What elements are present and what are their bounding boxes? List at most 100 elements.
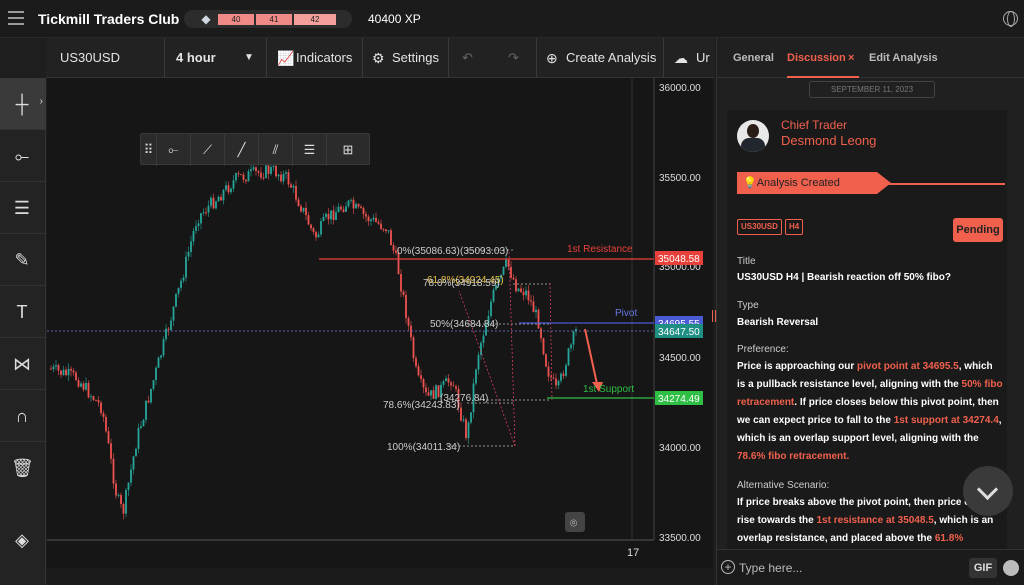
candle-body [357,204,360,207]
gif-button[interactable]: GIF [969,558,997,578]
candle-body [557,380,560,386]
candle-body [365,214,367,217]
xp-progress-bar: ◆ 40 41 42 [184,10,352,28]
candle-body [320,221,322,235]
indicators-button[interactable]: Indicators [296,38,352,78]
xp-count: 40400 XP [368,12,421,26]
candle-body [375,217,377,222]
candle-body [512,277,515,280]
candle-body [232,180,235,189]
message-input[interactable] [739,558,959,578]
scroll-down-button[interactable] [963,466,1013,516]
fib-retracement-icon[interactable]: ☰ [293,134,327,166]
candle-body [105,416,107,432]
candle-body [350,199,352,201]
candle-body [387,230,390,232]
price-tick: 34000.00 [659,443,701,454]
brush-tool[interactable]: ✎ [0,234,46,286]
interval-select[interactable]: 4 hour [176,38,216,78]
candle-body [225,185,227,190]
candle-body [157,357,160,368]
chevron-down-icon[interactable]: ▼ [244,38,254,78]
line-tool[interactable]: ⟜ [0,130,46,182]
app-title: Tickmill Traders Club [38,11,180,27]
extended-line-icon[interactable]: ╱ [225,134,259,166]
candle-body [110,443,112,459]
upload-button[interactable]: Ur [696,38,710,78]
candle-body [527,290,530,301]
candle-body [537,309,540,329]
plus-icon[interactable]: + [721,560,735,574]
candle-body [207,205,210,213]
candle-body [187,251,190,257]
candle-body [212,197,215,209]
candle-body [155,367,157,381]
close-icon[interactable]: × [848,52,854,64]
globe-icon[interactable] [1003,11,1018,27]
divider [877,183,1005,185]
text-tool[interactable]: T [0,286,46,338]
settings-button[interactable]: Settings [392,38,439,78]
candle-body [400,274,402,292]
candle-body [75,372,77,381]
candle-body [305,207,307,216]
fib-extension-icon[interactable]: ⊞ [327,134,369,166]
fib-label: 50%(34684.84) [430,319,498,330]
drag-handle-icon[interactable]: ⠿ [141,134,157,166]
candle-body [82,383,85,390]
price-chart[interactable]: 1st Resistance Pivot 1st Support 0%(3508… [47,78,713,568]
tab-edit-analysis[interactable]: Edit Analysis [869,52,938,64]
candle-body [135,448,137,457]
trend-line-icon[interactable]: ⟋ [191,134,225,166]
create-analysis-button[interactable]: Create Analysis [566,38,656,78]
candle-body [290,184,292,188]
candle-body [125,490,127,514]
candle-body [227,185,230,193]
candle-body [62,369,65,375]
candle-body [312,228,315,232]
parallel-line-icon[interactable]: ⫽ [259,134,293,166]
layers-tool[interactable]: ◈ [0,514,46,566]
pattern-tool[interactable]: ⋈ [0,338,46,390]
candle-body [270,167,272,174]
candle-body [422,379,425,388]
candle-body [172,306,175,321]
ray-icon[interactable]: ⟜ [157,134,191,166]
fib-tool[interactable]: ☰ [0,182,46,234]
active-tab-indicator [787,76,859,78]
menu-icon[interactable] [8,11,24,25]
candle-body [52,366,55,370]
delete-tool[interactable]: 🗑 [0,442,46,494]
type-label: Type [737,300,759,311]
projection-arrow[interactable] [584,328,598,385]
undo-icon[interactable]: ↶ [462,38,473,78]
drawing-toolbar: ┼ › ⟜ ☰ ✎ T ⋈ ∩ 🗑 ◈ [0,78,46,585]
candle-body [342,209,345,212]
tab-general[interactable]: General [733,52,774,64]
candle-body [282,173,285,182]
candle-body [202,212,205,214]
xp-level-segment: 42 [294,14,336,25]
status-badge[interactable]: Pending [953,218,1003,242]
candle-body [555,378,557,386]
crosshair-tool[interactable]: ┼ › [0,78,46,130]
author-name[interactable]: Desmond Leong [781,133,876,148]
candle-body [545,354,547,367]
candle-body [142,419,145,427]
candle-body [252,167,255,170]
candle-body [370,219,372,222]
candle-body [560,373,562,381]
candle-body [335,212,337,221]
analysis-panel: General Discussion × Edit Analysis SEPTE… [716,38,1024,585]
magnet-tool[interactable]: ∩ [0,390,46,442]
candle-body [152,380,155,389]
tab-discussion[interactable]: Discussion [787,52,846,64]
symbol-select[interactable]: US30USD [60,38,120,78]
emoji-icon[interactable] [1003,560,1019,576]
candle-body [307,215,310,225]
redo-icon[interactable]: ↷ [508,38,519,78]
candle-body [552,377,555,379]
candle-body [530,300,532,302]
candle-body [547,366,550,377]
candle-body [417,366,420,376]
